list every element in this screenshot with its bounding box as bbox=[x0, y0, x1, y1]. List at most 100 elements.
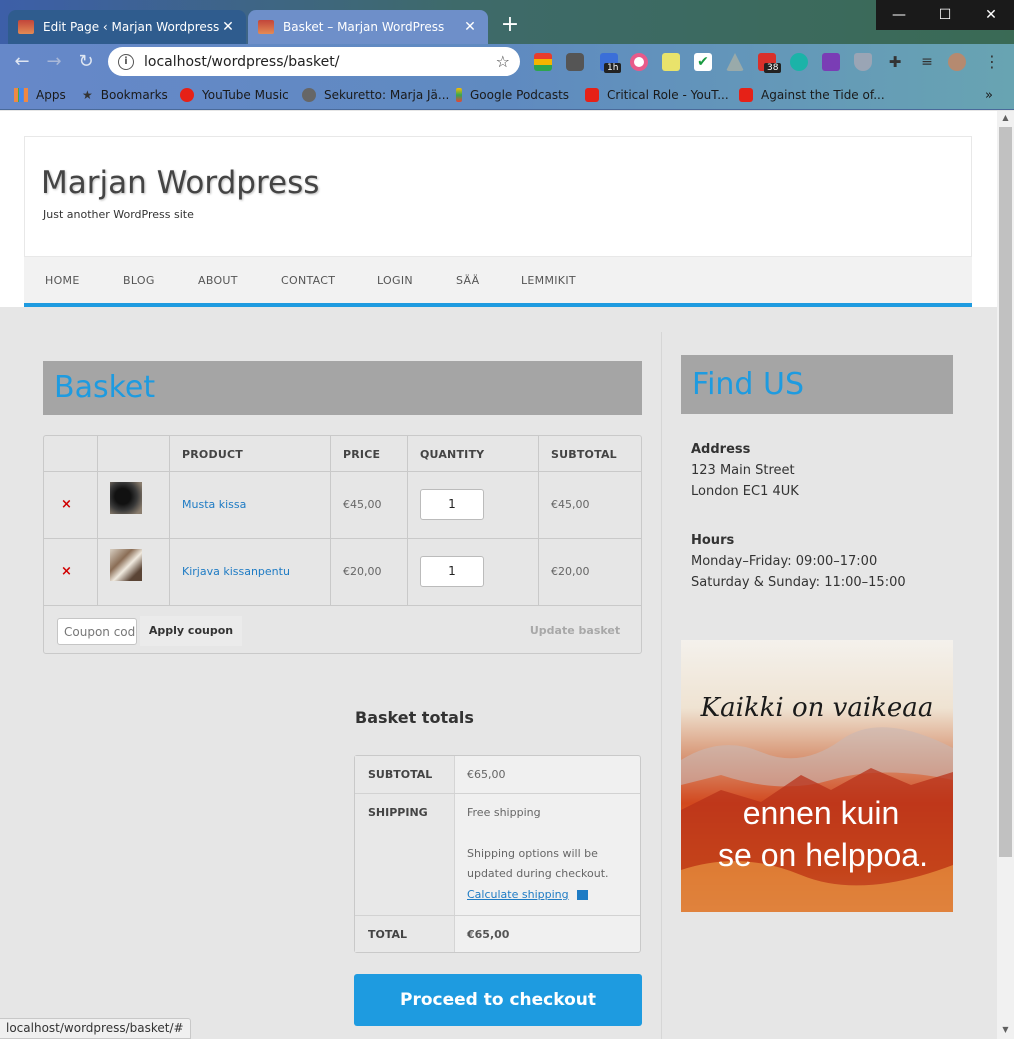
avatar[interactable] bbox=[948, 53, 966, 71]
price-cell: €45,00 bbox=[331, 472, 408, 539]
quote-bottom-text: se on helppoa. bbox=[718, 837, 928, 873]
shipping-note: Shipping options will be updated during … bbox=[467, 847, 609, 880]
main-navigation: HOME BLOG ABOUT CONTACT LOGIN SÄÄ LEMMIK… bbox=[24, 257, 972, 307]
scroll-thumb[interactable] bbox=[999, 127, 1012, 857]
forward-icon[interactable]: → bbox=[42, 50, 66, 74]
back-icon[interactable]: ← bbox=[10, 50, 34, 74]
tab-basket[interactable]: Basket – Marjan WordPress ✕ bbox=[248, 10, 488, 44]
extension-icon[interactable] bbox=[790, 53, 808, 71]
address-line: 123 Main Street bbox=[691, 463, 795, 478]
nav-blog[interactable]: BLOG bbox=[123, 274, 155, 287]
subtotal-label: SUBTOTAL bbox=[355, 756, 455, 793]
bookmark-label: Apps bbox=[36, 88, 66, 102]
podcasts-icon bbox=[456, 88, 462, 102]
product-link[interactable]: Kirjava kissanpentu bbox=[182, 565, 290, 578]
onenote-icon[interactable] bbox=[822, 53, 840, 71]
kebab-menu-icon[interactable]: ⋮ bbox=[980, 50, 1004, 74]
bookmark-star-icon[interactable]: ☆ bbox=[496, 52, 510, 71]
thumbnail-cell bbox=[98, 472, 170, 539]
youtube-icon bbox=[585, 88, 599, 102]
page-viewport: Marjan Wordpress Just another WordPress … bbox=[0, 111, 997, 1039]
browser-toolbar: ← → ↻ i localhost/wordpress/basket/ ☆ 1h… bbox=[0, 44, 1014, 80]
extension-icon[interactable] bbox=[566, 53, 584, 71]
remove-item-icon[interactable]: × bbox=[61, 497, 72, 512]
nav-contact[interactable]: CONTACT bbox=[281, 274, 335, 287]
table-row: × bbox=[44, 539, 98, 606]
remove-item-icon[interactable]: × bbox=[61, 564, 72, 579]
product-thumbnail[interactable] bbox=[110, 549, 142, 581]
star-icon: ★ bbox=[82, 88, 93, 102]
globe-icon bbox=[302, 88, 316, 102]
total-value: €65,00 bbox=[467, 928, 510, 941]
update-basket-button[interactable]: Update basket bbox=[519, 616, 631, 646]
page-scrollbar[interactable]: ▲ ▼ bbox=[997, 111, 1014, 1039]
bookmark-google-podcasts[interactable]: Google Podcasts bbox=[456, 86, 569, 104]
address-bar[interactable]: i localhost/wordpress/basket/ ☆ bbox=[108, 47, 520, 76]
maximize-button[interactable]: ☐ bbox=[922, 0, 968, 30]
puzzle-icon[interactable]: ✚ bbox=[886, 53, 904, 71]
quantity-input[interactable]: 1 bbox=[420, 556, 484, 587]
site-title[interactable]: Marjan Wordpress bbox=[41, 165, 319, 201]
scroll-up-icon[interactable]: ▲ bbox=[997, 111, 1014, 125]
bookmark-label: YouTube Music bbox=[202, 88, 289, 102]
close-icon[interactable]: ✕ bbox=[462, 19, 478, 35]
basket-totals-title: Basket totals bbox=[355, 708, 474, 727]
truck-icon bbox=[576, 890, 588, 900]
site-favicon-icon bbox=[258, 20, 274, 34]
coupon-input[interactable]: Coupon code bbox=[57, 618, 137, 645]
calculate-shipping-link[interactable]: Calculate shipping bbox=[467, 888, 569, 901]
youtube-music-icon bbox=[180, 88, 194, 102]
reload-icon[interactable]: ↻ bbox=[74, 50, 98, 74]
product-thumbnail[interactable] bbox=[110, 482, 142, 514]
bookmark-label: Against the Tide of... bbox=[761, 88, 885, 102]
extension-icon[interactable] bbox=[662, 53, 680, 71]
tab-edit-page[interactable]: Edit Page ‹ Marjan Wordpress — ✕ bbox=[8, 10, 246, 44]
extension-icon[interactable] bbox=[534, 53, 552, 71]
nav-home[interactable]: HOME bbox=[45, 274, 80, 287]
bookmark-label: Critical Role - YouT... bbox=[607, 88, 729, 102]
bookmark-label: Google Podcasts bbox=[470, 88, 570, 102]
subtotal-column-header: SUBTOTAL bbox=[539, 436, 641, 472]
apps-grid-icon bbox=[14, 88, 28, 102]
bookmark-bookmarks[interactable]: ★ Bookmarks bbox=[82, 86, 168, 104]
quantity-cell: 1 bbox=[408, 472, 539, 539]
shield-icon[interactable] bbox=[854, 53, 872, 71]
shipping-label: SHIPPING bbox=[355, 794, 455, 915]
quote-image: Kaikki on vaikeaa ennen kuin se on helpp… bbox=[681, 640, 953, 912]
bookmark-sekuretto[interactable]: Sekuretto: Marja Jä... bbox=[302, 86, 449, 104]
bookmark-against-the-tide[interactable]: Against the Tide of... bbox=[739, 86, 885, 104]
more-bookmarks-icon[interactable]: » bbox=[985, 86, 993, 104]
calculate-shipping: Calculate shipping bbox=[455, 888, 640, 901]
info-icon[interactable]: i bbox=[118, 53, 134, 70]
page-title: Basket bbox=[43, 361, 642, 415]
close-icon[interactable]: ✕ bbox=[220, 19, 236, 35]
bookmark-label: Sekuretto: Marja Jä... bbox=[324, 88, 450, 102]
minimize-button[interactable]: — bbox=[876, 0, 922, 30]
nav-lemmikit[interactable]: LEMMIKIT bbox=[521, 274, 576, 287]
url-text: localhost/wordpress/basket/ bbox=[144, 53, 340, 70]
product-link[interactable]: Musta kissa bbox=[182, 498, 246, 511]
scroll-down-icon[interactable]: ▼ bbox=[997, 1023, 1014, 1037]
todo-badge: 38 bbox=[764, 63, 782, 73]
nav-about[interactable]: ABOUT bbox=[198, 274, 238, 287]
apply-coupon-button[interactable]: Apply coupon bbox=[140, 616, 242, 646]
hours-line: Monday–Friday: 09:00–17:00 bbox=[691, 554, 878, 569]
check-extension-icon[interactable]: ✔ bbox=[694, 53, 712, 71]
quantity-input[interactable]: 1 bbox=[420, 489, 484, 520]
extension-icon[interactable] bbox=[630, 53, 648, 71]
bookmark-youtube-music[interactable]: YouTube Music bbox=[180, 86, 289, 104]
nav-saa[interactable]: SÄÄ bbox=[456, 274, 479, 287]
drive-icon[interactable] bbox=[726, 53, 744, 71]
nav-login[interactable]: LOGIN bbox=[377, 274, 413, 287]
bookmark-critical-role[interactable]: Critical Role - YouT... bbox=[585, 86, 729, 104]
address-line: London EC1 4UK bbox=[691, 484, 799, 499]
media-queue-icon[interactable]: ≡ bbox=[918, 53, 936, 71]
bookmark-label: Bookmarks bbox=[100, 88, 168, 102]
new-tab-button[interactable]: + bbox=[498, 13, 522, 37]
quantity-column-header: QUANTITY bbox=[408, 436, 539, 472]
sidebar-heading-text: Find US bbox=[692, 367, 805, 402]
proceed-to-checkout-button[interactable]: Proceed to checkout bbox=[354, 974, 642, 1026]
window-close-button[interactable]: ✕ bbox=[968, 0, 1014, 30]
quote-top-text: Kaikki on vaikeaa bbox=[700, 693, 934, 723]
bookmark-apps[interactable]: Apps bbox=[14, 86, 66, 104]
